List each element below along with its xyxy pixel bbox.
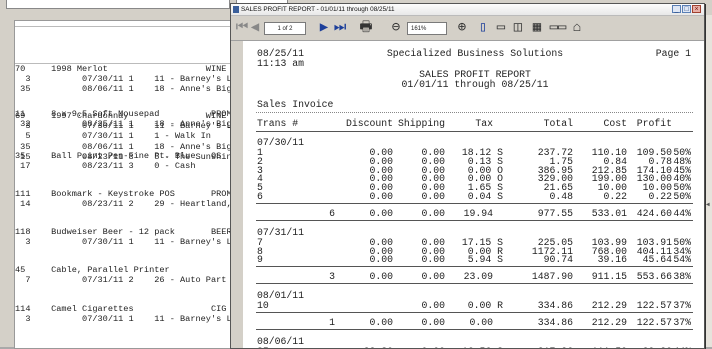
page-number-field[interactable]: 1 of 2	[264, 22, 306, 35]
row-trans: 35	[257, 346, 269, 348]
background-item-line: 45 Cable, Parallel Printer	[15, 265, 170, 275]
report-page: 08/25/11 11:13 am Specialized Business Sol…	[243, 41, 704, 348]
single-page-icon[interactable]: ▯	[476, 20, 490, 36]
page-label: Page 1	[655, 48, 691, 59]
background-item-group: 11 8 x 9.5 Soft Mousepad PROMO 32 08/25/…	[15, 109, 247, 129]
title-bar: SALES PROFIT REPORT - 01/01/11 through 0…	[231, 4, 704, 16]
background-item-group: 111 Bookmark - Keystroke POS PROMO 14 08…	[15, 189, 247, 209]
previous-page-icon[interactable]: ◀	[249, 20, 261, 36]
row-profit-pct: 37%	[673, 300, 691, 312]
background-item-line: 35 Ball Point Pen-Fine Pt. Blue OS	[15, 151, 222, 161]
subtotal-profit-pct: 44%	[673, 207, 691, 219]
background-report-page: 69 1997 Chardonnay WINE 3 07/30/11 1 11 …	[14, 20, 247, 349]
background-top-strip	[6, 0, 230, 9]
section-title: Sales Invoice	[257, 99, 334, 110]
background-item-line: 3 07/30/11 1 11 - Barney's Liqu	[15, 237, 248, 248]
row-trans: 10	[257, 300, 269, 312]
group-date: 07/31/11	[257, 226, 305, 238]
column-header-tax: Tax	[475, 118, 493, 129]
zoom-out-icon[interactable]: ⊖	[388, 20, 404, 36]
two-page-icon[interactable]: ◫	[511, 20, 525, 36]
row-profit-pct: 50%	[673, 191, 691, 202]
report-range: 01/01/11 through 08/25/11	[401, 79, 549, 90]
background-item-line: 3 07/30/11 1 11 - Barney's Liqu	[15, 314, 248, 325]
row-profit-pct: 44%	[611, 346, 691, 348]
report-rule	[256, 202, 693, 204]
zoom-field[interactable]: 161%	[407, 22, 447, 35]
background-item-line: 114 Camel Cigarettes CIG	[15, 304, 227, 314]
next-page-icon[interactable]: ▶	[317, 20, 331, 36]
background-item-line: 17 08/23/11 3 0 - Cash	[15, 161, 196, 172]
background-item-group: 35 Ball Point Pen-Fine Pt. Blue OS 17 08…	[15, 151, 221, 171]
background-item-group: 118 Budweiser Beer - 12 pack BEER 3 07/3…	[15, 227, 247, 247]
subtotal-tax: 23.09	[463, 271, 493, 283]
report-rule	[256, 219, 693, 221]
close-button[interactable]: ×	[692, 5, 701, 13]
row-tax: 0.04 S	[467, 191, 503, 202]
report-rule	[256, 283, 693, 285]
report-time: 11:13 am	[257, 58, 305, 69]
print-icon[interactable]: 🖶	[358, 20, 374, 36]
column-header-profit: Profit	[636, 118, 672, 129]
background-item-line: 111 Bookmark - Keystroke POS PROMO	[15, 189, 237, 199]
row-trans: 9	[257, 254, 263, 266]
row-trans: 6	[257, 191, 263, 202]
window-title: SALES PROFIT REPORT - 01/01/11 through 0…	[241, 6, 395, 13]
row-tax: 16.56 S	[423, 346, 503, 348]
background-item-line: 70 1998 Merlot WINE	[15, 64, 227, 74]
minimize-button[interactable]: _	[672, 5, 681, 13]
background-item-line: 7 07/31/11 2 26 - Auto Part Cen	[15, 275, 248, 286]
options-icon[interactable]: ⌂	[570, 20, 584, 36]
app-icon	[233, 6, 239, 13]
subtotal-profit-pct: 37%	[673, 317, 691, 328]
background-item-line: 32 08/25/11 1 18 - Anne's Big St	[15, 119, 248, 130]
background-separator	[15, 26, 233, 27]
print-preview-window: SALES PROFIT REPORT - 01/01/11 through 0…	[230, 3, 705, 349]
row-profit-pct: 54%	[673, 254, 691, 266]
multi-page-icon[interactable]: ▦	[529, 20, 545, 36]
background-item-line: 3 07/30/11 1 11 - Barney's Liqu	[15, 74, 248, 85]
background-item-group: 114 Camel Cigarettes CIG 3 07/30/11 1 11…	[15, 304, 247, 324]
company-name: Specialized Business Solutions	[386, 48, 564, 59]
row-tax: 0.00 R	[467, 300, 503, 312]
report-rule	[256, 266, 693, 268]
background-item-line: 11 8 x 9.5 Soft Mousepad PROMO	[15, 109, 237, 119]
book-view-icon[interactable]: ▭▭	[549, 20, 567, 36]
subtotal-profit-pct: 38%	[673, 271, 691, 283]
background-item-line: 14 08/23/11 2 29 - Heartland, Ro	[15, 199, 248, 210]
background-item-line: 118 Budweiser Beer - 12 pack BEER	[15, 227, 232, 237]
maximize-button[interactable]: □	[682, 5, 691, 13]
background-item-line: 35 08/06/11 1 18 - Anne's Big St	[15, 84, 248, 95]
preview-toolbar: ⏮ ◀ 1 of 2 ▶ ⏭ 🖶 ⊖ 161% ⊕ ▯ ▭ ◫ ▦ ▭▭ ⌂	[231, 16, 704, 41]
last-page-icon[interactable]: ⏭	[332, 20, 348, 36]
row-tax: 5.94 S	[467, 254, 503, 266]
report-rule	[256, 329, 693, 330]
scroll-arrow-icon[interactable]: ◀	[706, 201, 710, 208]
first-page-icon[interactable]: ⏮	[235, 20, 249, 36]
background-item-group: 45 Cable, Parallel Printer 7 07/31/11 2 …	[15, 265, 247, 285]
page-width-icon[interactable]: ▭	[494, 20, 508, 36]
subtotal-tax: 0.00	[469, 317, 493, 328]
report-rule	[256, 112, 693, 113]
group-date: 07/30/11	[257, 137, 305, 148]
column-header-trans: Trans #	[257, 118, 299, 129]
background-item-line: 5 07/30/11 1 1 - Walk In	[15, 131, 211, 142]
background-scrollbar[interactable]: ◀	[704, 15, 712, 347]
background-item-group: 70 1998 Merlot WINE 3 07/30/11 1 11 - Ba…	[15, 64, 247, 95]
report-rule	[256, 131, 693, 132]
report-rule	[256, 312, 693, 313]
subtotal-tax: 19.94	[463, 207, 493, 219]
zoom-in-icon[interactable]: ⊕	[454, 20, 470, 36]
